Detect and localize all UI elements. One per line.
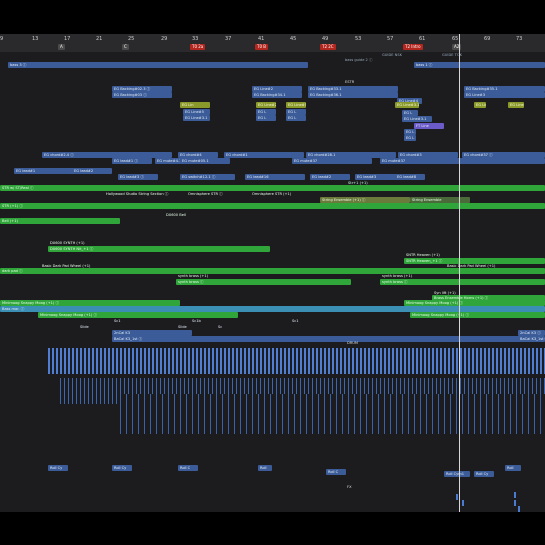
fx-note[interactable] xyxy=(462,500,464,506)
guide-label: GUIDE TOK xyxy=(442,53,463,57)
drum-block[interactable] xyxy=(120,394,545,434)
region-bass-guide-2: bass guide 2 ⓘ xyxy=(345,58,373,62)
region-roll[interactable]: Roll Cym1 xyxy=(444,471,470,477)
bar-number: 69 xyxy=(484,36,491,42)
marker-t0-2a[interactable]: T0 2a xyxy=(190,44,206,50)
region-eg-lead[interactable]: EG lead#1 ⓘ xyxy=(112,158,152,164)
region-roll[interactable]: Roll Cy xyxy=(474,471,494,477)
region-dx-synth[interactable]: DX600 SYNTH Nit_+1 ⓘ xyxy=(48,246,270,252)
region-roll[interactable]: Roll Cy xyxy=(112,465,132,471)
region-omnisphere[interactable]: Omnisphere STR ⓘ xyxy=(186,191,246,197)
region-roll[interactable]: Roll C xyxy=(178,465,198,471)
region-eg-line-olive[interactable]: EG Line#5 xyxy=(508,102,524,108)
region-str[interactable]: STR (+1) ⓘ xyxy=(0,203,545,209)
marker-a[interactable]: A xyxy=(58,44,65,50)
region-eg-chord[interactable]: EG chord#2.4 ⓘ xyxy=(42,152,172,158)
tracks-area[interactable]: GUIDE NSK GUIDE TOK bass 3 ⓘ bass guide … xyxy=(0,52,545,512)
region-eg-mute[interactable]: EG mute#05.1 xyxy=(180,158,230,164)
region-hollywood[interactable]: Hollywood Studio String Section ⓘ xyxy=(104,191,184,197)
region-roll[interactable]: Roll xyxy=(505,465,521,471)
timeline-ruler[interactable]: 9 13 17 21 25 29 33 37 41 45 49 53 57 61… xyxy=(0,34,545,53)
region-eg-lead[interactable]: EG lead#2 xyxy=(72,168,112,174)
playhead[interactable] xyxy=(459,34,460,512)
region-bacal[interactable]: BaCal K3_1st ⓘ xyxy=(518,336,545,342)
bar-number: 49 xyxy=(322,36,329,42)
region-bass-1[interactable]: bass 1 ⓘ xyxy=(414,62,545,68)
region-eg-switch[interactable]: EG switch#12.1 ⓘ xyxy=(180,174,235,180)
bar-number: 57 xyxy=(387,36,394,42)
region-eg-line[interactable]: EG Line#3.1 xyxy=(402,116,432,122)
bar-number: 73 xyxy=(516,36,523,42)
region-eg-lead[interactable]: EG lead#16 xyxy=(245,174,305,180)
fx-note[interactable] xyxy=(514,492,516,498)
region-eg-line-olive[interactable]: EG Lin xyxy=(180,102,210,108)
bar-number: 53 xyxy=(355,36,362,42)
region-eg-mute[interactable]: EG mute#37 xyxy=(380,158,545,164)
region-roll[interactable]: Roll xyxy=(258,465,272,471)
region-dx-bell[interactable]: DX600 Bell xyxy=(164,212,224,218)
region-ft-line[interactable]: FT Line xyxy=(414,123,444,129)
fx-note[interactable] xyxy=(514,500,516,506)
region-bass-3[interactable]: bass 3 ⓘ xyxy=(8,62,308,68)
region-minimoog[interactable]: Minimoog Snappy Moog (+1) ⓘ xyxy=(410,312,545,318)
region-eg-line-olive[interactable]: EG Line#2 xyxy=(474,102,486,108)
fx-label: FX xyxy=(347,485,352,489)
bar-number: 37 xyxy=(225,36,232,42)
bar-number: 41 xyxy=(258,36,265,42)
region-eg-mute[interactable]: EG mute#37 xyxy=(292,158,372,164)
fx-note[interactable] xyxy=(456,494,458,500)
region-sc[interactable]: Sc1 xyxy=(290,318,320,324)
region-eg-backing[interactable]: EG Backing#03 ⓘ xyxy=(112,92,172,98)
bar-number: 21 xyxy=(96,36,103,42)
region-eg-lead[interactable]: EG lead#2 xyxy=(310,174,350,180)
bar-number: 29 xyxy=(161,36,168,42)
region-roll[interactable]: Roll C xyxy=(326,469,346,475)
estr-label: ESTR xyxy=(345,80,355,84)
region-synth-brass[interactable]: synth brass ⓘ xyxy=(176,279,351,285)
bar-number: 45 xyxy=(290,36,297,42)
region-eg-backing[interactable]: EG Backing#34.1 xyxy=(252,92,302,98)
region-eg-line[interactable]: EG Line#3.1 xyxy=(183,115,210,121)
region-eg-lead[interactable]: EG lead#8 xyxy=(395,174,425,180)
region-omnisphere[interactable]: Omnisphere STR (+1) xyxy=(250,191,310,197)
bar-number: 65 xyxy=(452,36,459,42)
region-sc[interactable]: Sc xyxy=(216,324,236,330)
marker-t2-2c[interactable]: T2 2C xyxy=(320,44,336,50)
bar-number: 33 xyxy=(192,36,199,42)
bar-number: 17 xyxy=(64,36,71,42)
region-bell[interactable]: Bell (+1) xyxy=(0,218,120,224)
region-roll[interactable]: Roll Cy xyxy=(48,465,68,471)
marker-t0-b[interactable]: T0 B xyxy=(255,44,269,50)
region-eg-backing[interactable]: EG Backing#36.1 xyxy=(308,92,398,98)
region-eg-line[interactable]: EG L xyxy=(404,135,416,141)
drum-label: DRUM xyxy=(347,341,358,345)
daw-window: 9 13 17 21 25 29 33 37 41 45 49 53 57 61… xyxy=(0,0,545,545)
drum-block[interactable] xyxy=(48,348,545,374)
region-eg-line[interactable]: EG L xyxy=(286,115,306,121)
bar-number: 61 xyxy=(419,36,426,42)
bottom-black-bar xyxy=(0,512,545,545)
bar-number: 25 xyxy=(128,36,135,42)
top-black-bar xyxy=(0,0,545,34)
marker-t2-intro[interactable]: T2 Intro xyxy=(403,44,423,50)
region-eg-lead[interactable]: EG lead#3 ⓘ xyxy=(118,174,158,180)
region-eg-line-olive[interactable]: EG Line#2 xyxy=(256,102,276,108)
region-eg-line[interactable]: EG L xyxy=(256,115,276,121)
region-eg-line-olive[interactable]: EG Line#3.1 xyxy=(395,102,419,108)
region-bacal[interactable]: BaCal K3_1st ⓘ xyxy=(112,336,532,342)
bar-number: 13 xyxy=(32,36,39,42)
region-eg-line-olive[interactable]: EG Line#5 xyxy=(286,102,306,108)
marker-c[interactable]: C xyxy=(122,44,129,50)
region-synth-brass[interactable]: synth brass ⓘ xyxy=(380,279,545,285)
region-dark-pad[interactable]: Basic Dark Pad Wheel (+1) xyxy=(445,263,545,269)
bar-number: 9 xyxy=(0,36,4,42)
region-eg-line[interactable]: EG Line#3 xyxy=(464,92,545,98)
